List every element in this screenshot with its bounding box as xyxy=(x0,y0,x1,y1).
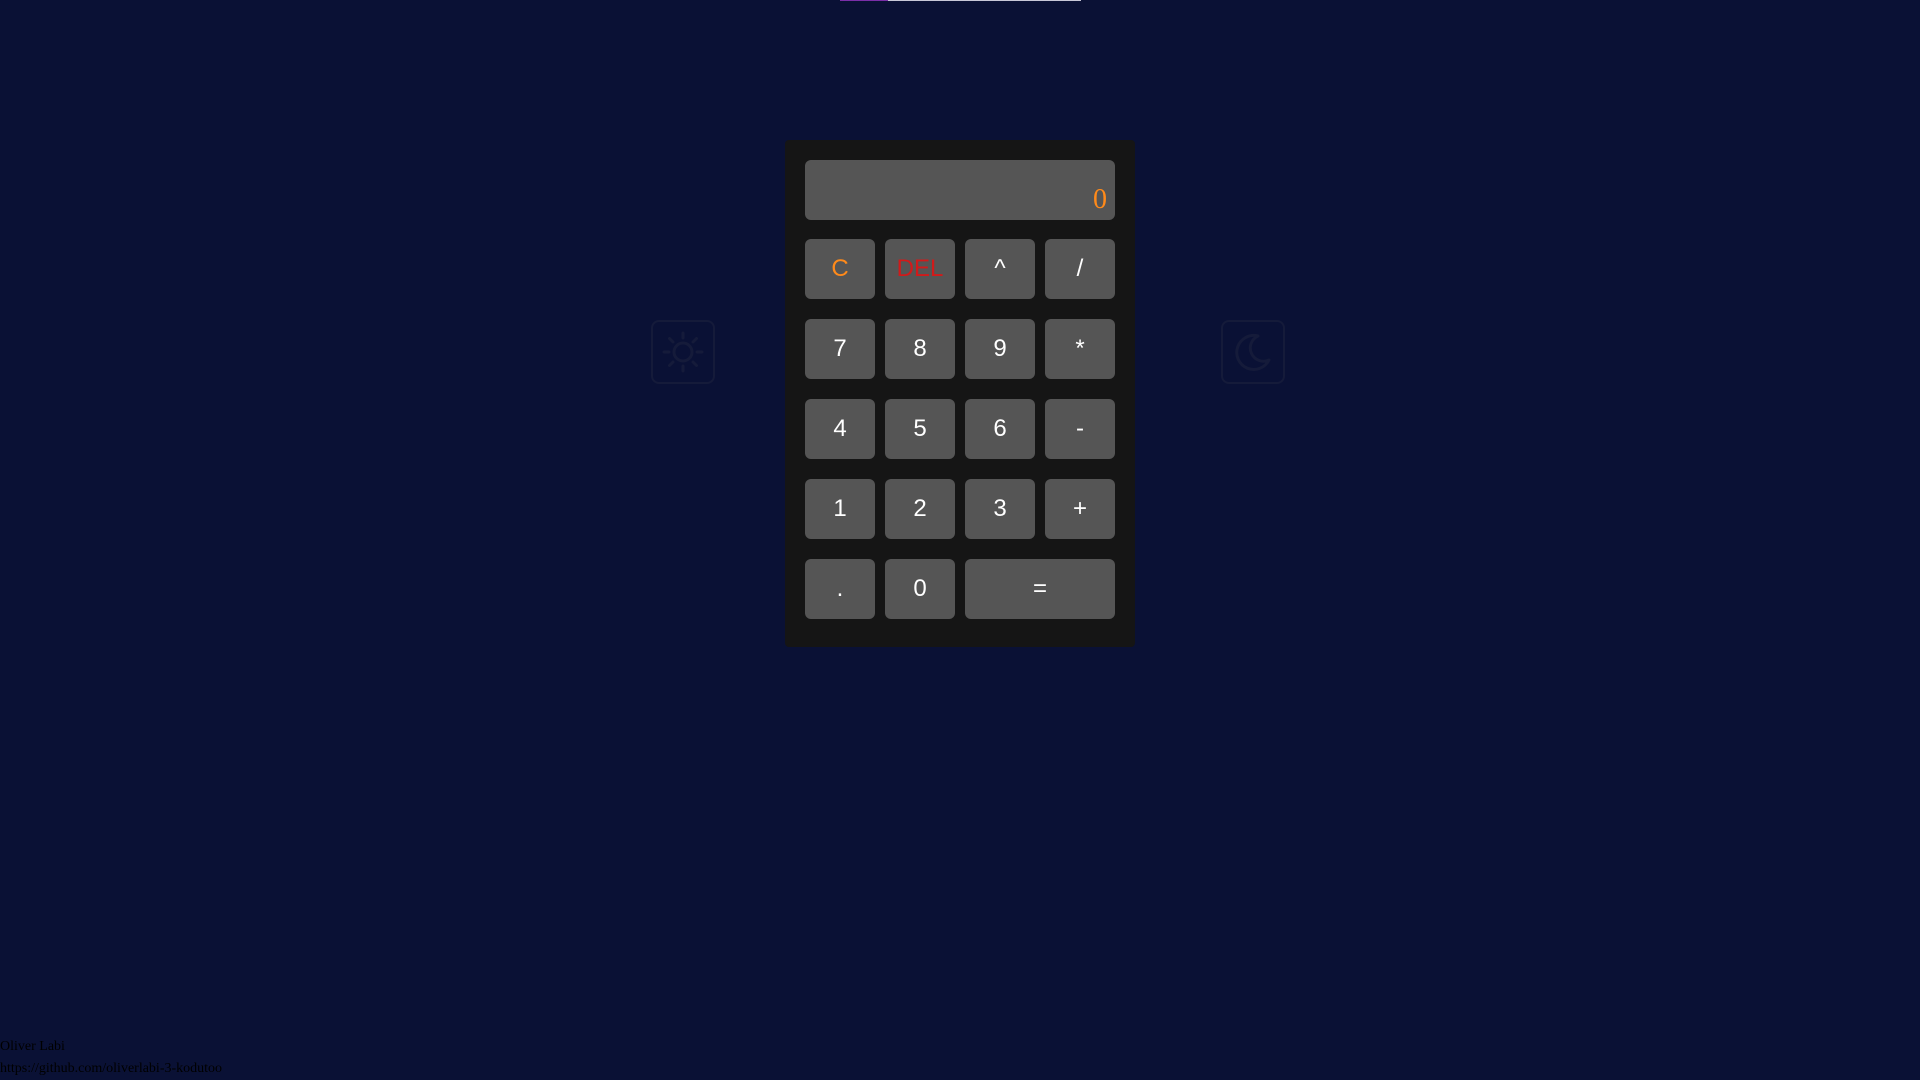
digit-4-button[interactable]: 4 xyxy=(805,399,875,459)
calculator: 0 C DEL ^ / 7 8 9 * 4 5 6 - 1 2 3 + . 0 … xyxy=(785,140,1135,647)
delete-button[interactable]: DEL xyxy=(885,239,955,299)
top-progress-bar xyxy=(840,0,1081,1)
power-button[interactable]: ^ xyxy=(965,239,1035,299)
digit-7-button[interactable]: 7 xyxy=(805,319,875,379)
calculator-display: 0 xyxy=(805,160,1115,220)
digit-0-button[interactable]: 0 xyxy=(885,559,955,619)
divide-button[interactable]: / xyxy=(1045,239,1115,299)
sun-icon xyxy=(662,331,704,373)
multiply-button[interactable]: * xyxy=(1045,319,1115,379)
decimal-button[interactable]: . xyxy=(805,559,875,619)
footer-link[interactable]: https://github.com/oliverlabi-3-kodutoo xyxy=(0,1058,222,1080)
digit-2-button[interactable]: 2 xyxy=(885,479,955,539)
top-bar-accent xyxy=(840,0,888,1)
digit-6-button[interactable]: 6 xyxy=(965,399,1035,459)
clear-button[interactable]: C xyxy=(805,239,875,299)
light-theme-button[interactable] xyxy=(651,320,715,384)
display-value: 0 xyxy=(1093,184,1107,215)
top-bar-track xyxy=(888,0,1081,1)
digit-8-button[interactable]: 8 xyxy=(885,319,955,379)
subtract-button[interactable]: - xyxy=(1045,399,1115,459)
digit-9-button[interactable]: 9 xyxy=(965,319,1035,379)
add-button[interactable]: + xyxy=(1045,479,1115,539)
dark-theme-button[interactable] xyxy=(1221,320,1285,384)
footer-author: Oliver Labi xyxy=(0,1039,65,1054)
digit-5-button[interactable]: 5 xyxy=(885,399,955,459)
footer: Oliver Labi https://github.com/oliverlab… xyxy=(0,1036,222,1080)
keypad: C DEL ^ / 7 8 9 * 4 5 6 - 1 2 3 + . 0 = xyxy=(805,239,1115,619)
digit-3-button[interactable]: 3 xyxy=(965,479,1035,539)
moon-icon xyxy=(1235,333,1271,371)
equals-button[interactable]: = xyxy=(965,559,1115,619)
digit-1-button[interactable]: 1 xyxy=(805,479,875,539)
